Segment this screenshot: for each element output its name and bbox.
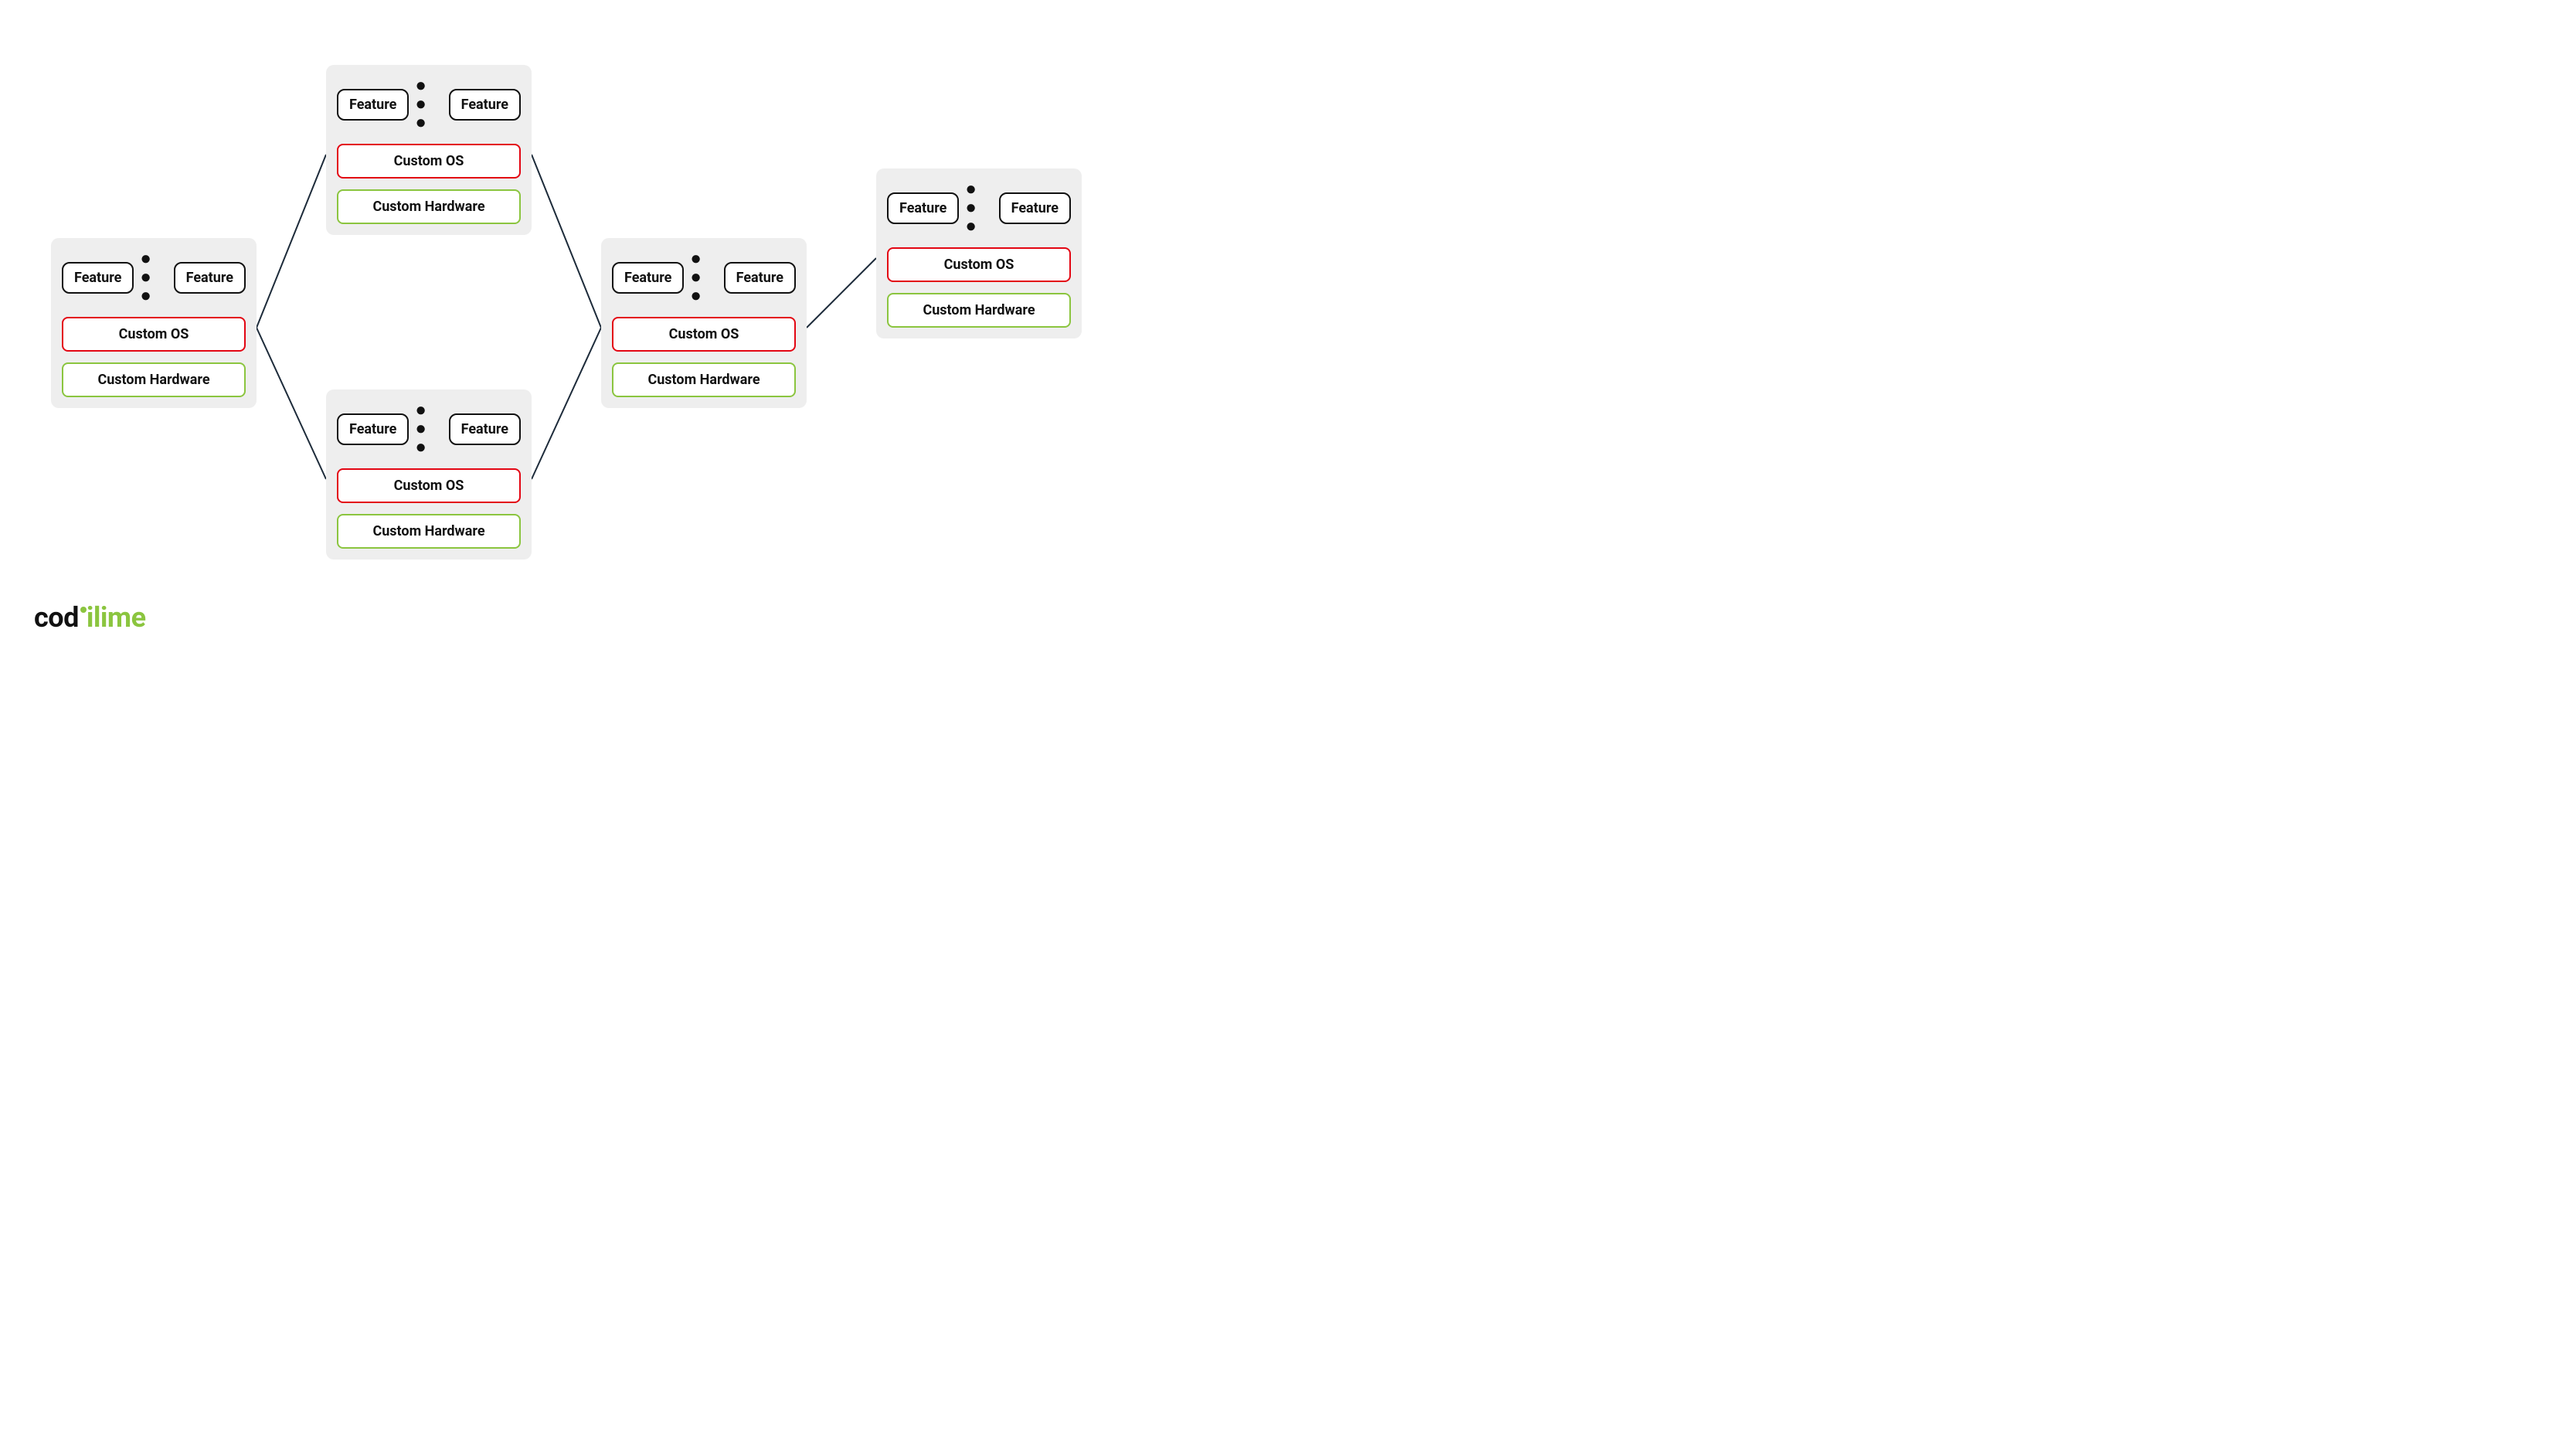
feature-box: Feature (449, 89, 521, 121)
ellipsis-icon: ● ● ● (415, 400, 442, 457)
brand-part2: ilime (87, 601, 146, 634)
custom-os-bar: Custom OS (337, 468, 521, 503)
custom-os-bar: Custom OS (337, 144, 521, 179)
feature-box: Feature (337, 89, 409, 121)
brand-logo: codilime (34, 601, 146, 634)
feature-box: Feature (337, 413, 409, 445)
ellipsis-icon: ● ● ● (965, 179, 992, 236)
device-node: Feature ● ● ● Feature Custom OS Custom H… (326, 65, 532, 235)
ellipsis-icon: ● ● ● (690, 249, 717, 306)
custom-os-bar: Custom OS (62, 317, 246, 352)
custom-hardware-bar: Custom Hardware (612, 362, 796, 397)
custom-hardware-bar: Custom Hardware (337, 514, 521, 549)
custom-hardware-bar: Custom Hardware (62, 362, 246, 397)
device-node: Feature ● ● ● Feature Custom OS Custom H… (326, 389, 532, 560)
feature-box: Feature (887, 192, 959, 224)
feature-row: Feature ● ● ● Feature (887, 179, 1071, 236)
custom-os-bar: Custom OS (612, 317, 796, 352)
feature-box: Feature (612, 262, 684, 294)
diagram-canvas: Feature ● ● ● Feature Custom OS Custom H… (0, 0, 1159, 652)
feature-box: Feature (724, 262, 796, 294)
edge-line (532, 328, 601, 479)
feature-row: Feature ● ● ● Feature (337, 76, 521, 133)
feature-box: Feature (449, 413, 521, 445)
feature-box: Feature (174, 262, 246, 294)
feature-box: Feature (62, 262, 134, 294)
edge-line (257, 328, 326, 479)
feature-box: Feature (999, 192, 1071, 224)
ellipsis-icon: ● ● ● (140, 249, 167, 306)
custom-os-bar: Custom OS (887, 247, 1071, 282)
device-node: Feature ● ● ● Feature Custom OS Custom H… (601, 238, 807, 408)
feature-row: Feature ● ● ● Feature (337, 400, 521, 457)
ellipsis-icon: ● ● ● (415, 76, 442, 133)
device-node: Feature ● ● ● Feature Custom OS Custom H… (876, 168, 1082, 338)
custom-hardware-bar: Custom Hardware (337, 189, 521, 224)
edge-line (257, 155, 326, 328)
custom-hardware-bar: Custom Hardware (887, 293, 1071, 328)
brand-dot-icon (80, 607, 87, 613)
edge-line (807, 258, 876, 328)
device-node: Feature ● ● ● Feature Custom OS Custom H… (51, 238, 257, 408)
brand-part1: cod (34, 601, 79, 634)
edge-line (532, 155, 601, 328)
feature-row: Feature ● ● ● Feature (62, 249, 246, 306)
feature-row: Feature ● ● ● Feature (612, 249, 796, 306)
